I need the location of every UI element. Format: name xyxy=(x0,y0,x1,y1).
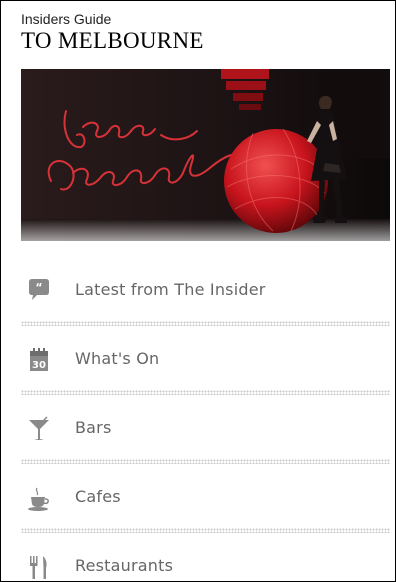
header-subtitle: Insiders Guide xyxy=(21,11,112,27)
cutlery-icon xyxy=(27,553,51,581)
menu-item-whats-on[interactable]: 30 What's On xyxy=(21,326,390,395)
hero-banner[interactable] xyxy=(21,69,390,241)
menu-item-cafes[interactable]: Cafes xyxy=(21,464,390,533)
header: Insiders Guide TO MELBOURNE xyxy=(21,11,204,53)
menu-item-label: Bars xyxy=(75,418,112,437)
app-frame: Insiders Guide TO MELBOURNE “ Latest fro… xyxy=(0,0,396,582)
svg-text:“: “ xyxy=(35,281,42,294)
calendar-day-text: 30 xyxy=(32,360,46,371)
menu-item-latest[interactable]: “ Latest from The Insider xyxy=(21,257,390,326)
hero-image xyxy=(21,69,390,241)
cocktail-icon xyxy=(27,415,51,443)
calendar-icon: 30 xyxy=(27,346,51,374)
page-title: TO MELBOURNE xyxy=(21,28,204,53)
menu-item-label: What's On xyxy=(75,349,160,368)
menu-item-bars[interactable]: Bars xyxy=(21,395,390,464)
menu-item-label: Cafes xyxy=(75,487,121,506)
coffee-cup-icon xyxy=(27,484,51,512)
menu-item-label: Restaurants xyxy=(75,556,174,575)
speech-bubble-icon: “ xyxy=(27,277,51,305)
menu-item-label: Latest from The Insider xyxy=(75,280,266,299)
nav-menu: “ Latest from The Insider 30 What's On B… xyxy=(21,257,390,581)
menu-item-restaurants[interactable]: Restaurants xyxy=(21,533,390,581)
